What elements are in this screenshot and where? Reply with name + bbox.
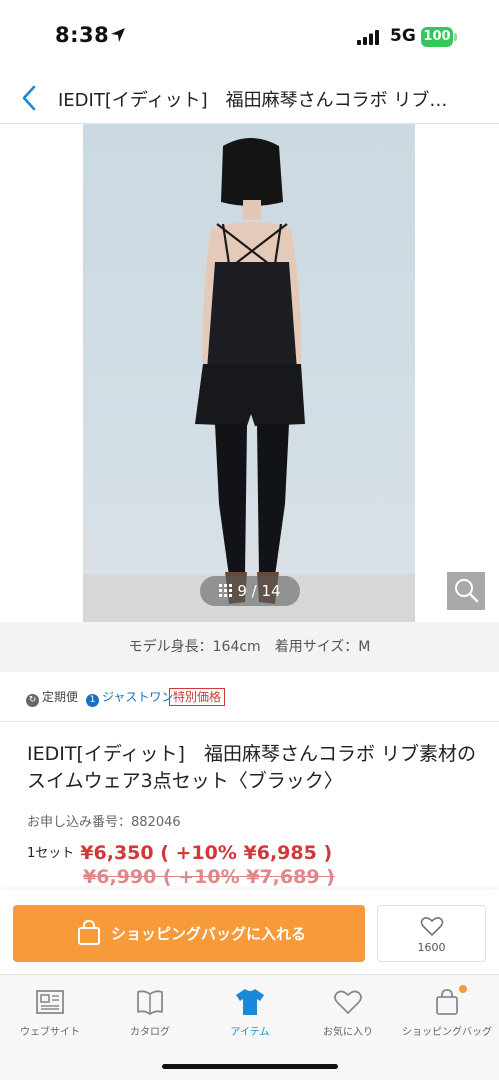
heart-icon [420,917,444,936]
notification-dot [459,985,467,993]
product-image-gallery[interactable]: 9 / 14 [0,124,499,622]
favorite-button[interactable]: 1600 [377,905,486,962]
cellular-signal-icon [357,30,379,45]
book-icon [137,990,163,1015]
order-number: お申し込み番号：882046 [27,815,181,830]
heart-icon [334,990,362,1014]
tab-label: ショッピングバッグ [402,1027,492,1038]
purchase-action-bar: ショッピングバッグに入れる 1600 [0,890,499,974]
tag-subscription: ↻ 定期便 [26,688,78,707]
page-title: IEDIT[イディット] 福田麻琴さんコラボ リブ… [58,90,448,111]
shopping-bag-icon [78,920,100,945]
tab-label: お気に入り [323,1027,373,1038]
navigation-header: IEDIT[イディット] 福田麻琴さんコラボ リブ… [0,74,499,124]
original-price: ¥6,990 ( +10% ¥7,689 ) [83,866,335,888]
tab-label: アイテム [230,1027,270,1038]
tag-special-price: 特別価格 [169,688,226,706]
price-row: 1セット ¥6,350 ( +10% ¥6,985 ) [27,842,332,866]
shirt-icon [236,989,264,1015]
tab-shopping-bag[interactable]: ショッピングバッグ [397,985,497,1045]
chevron-left-icon[interactable] [18,83,40,113]
bag-icon [436,989,458,1015]
product-name: IEDIT[イディット] 福田麻琴さんコラボ リブ素材のスイムウェア3点セット〈… [27,743,476,792]
location-arrow-icon [111,28,125,42]
product-photo[interactable] [83,124,415,622]
newspaper-icon [36,990,64,1014]
status-bar: 8:38 5G 100 [0,0,499,74]
tab-catalog[interactable]: カタログ [100,985,200,1045]
sale-price: ¥6,350 ( +10% ¥6,985 ) [80,842,333,864]
tab-items[interactable]: アイテム [200,985,300,1045]
tab-label: カタログ [130,1027,170,1038]
tab-website[interactable]: ウェブサイト [0,985,100,1045]
network-type: 5G [390,26,416,46]
set-label: 1セット [27,846,75,861]
model-size-info: モデル身長：164cm 着用サイズ：M [0,622,499,672]
tab-favorites[interactable]: お気に入り [298,985,398,1045]
image-counter-text: 9 / 14 [237,582,281,600]
add-to-bag-button[interactable]: ショッピングバッグに入れる [13,905,365,962]
zoom-button[interactable] [447,572,485,610]
tab-label: ウェブサイト [20,1027,80,1038]
grid-icon [219,584,233,597]
battery-level: 100 [421,27,453,47]
favorite-count: 1600 [417,941,446,954]
number-one-icon: 1 [86,694,99,707]
status-time: 8:38 [55,23,110,47]
image-counter: 9 / 14 [200,576,300,606]
search-icon [455,579,479,603]
model-figure-illustration [195,138,305,604]
battery-icon: 100 [421,27,457,47]
service-tags: ↻ 定期便 1 ジャストワン 特別価格 [0,672,499,722]
clock-icon: ↻ [26,694,39,707]
tag-just-one: 1 ジャストワン [86,688,173,707]
home-indicator [162,1064,338,1069]
add-to-bag-label: ショッピングバッグに入れる [111,925,307,943]
